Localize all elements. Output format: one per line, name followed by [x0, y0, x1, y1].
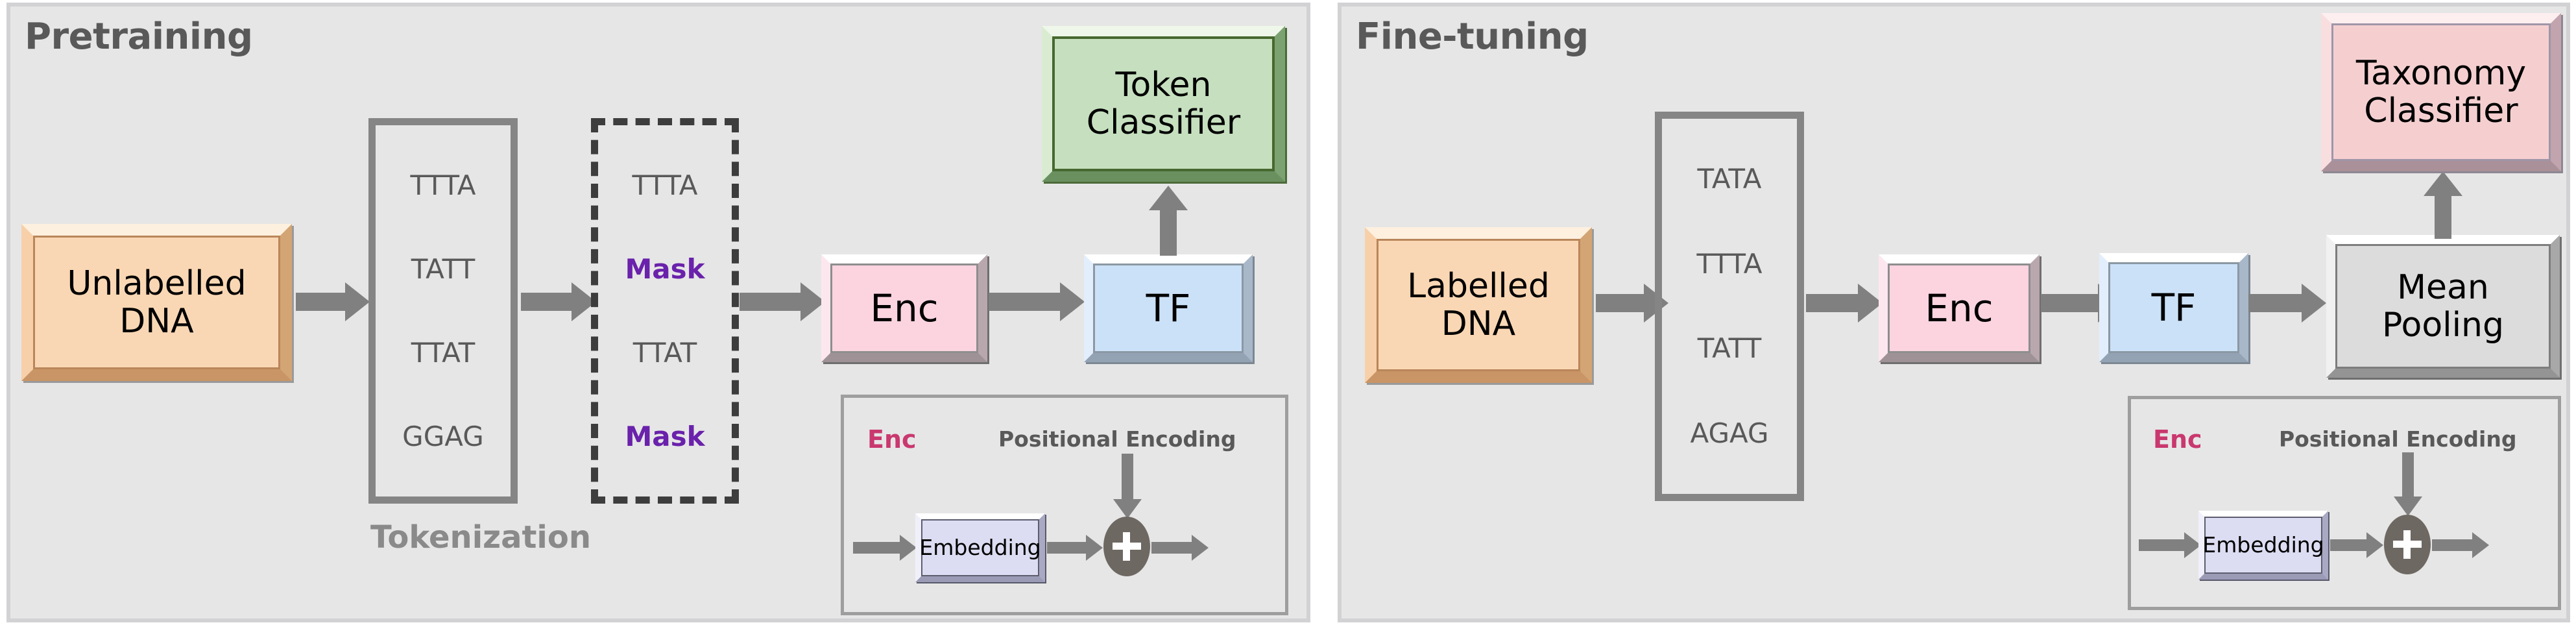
tokenization-box: TTTA TATT TTAT GGAG — [368, 118, 518, 504]
finetuning-title: Fine-tuning — [1356, 16, 1589, 58]
taxonomy-classifier-box[interactable]: Taxonomy Classifier — [2321, 13, 2561, 171]
unlabelled-dna-box[interactable]: Unlabelled DNA — [21, 224, 292, 381]
masked-token-item: Mask — [625, 252, 705, 285]
finetuning-panel: Fine-tuning Labelled DNA TATA TTTA TATT … — [1338, 3, 2570, 622]
taxonomy-classifier-label: Taxonomy Classifier — [2355, 53, 2527, 130]
pretrain-encoder-box[interactable]: Enc — [821, 254, 987, 362]
token-item: TATT — [1697, 332, 1762, 365]
pretrain-transformer-box[interactable]: TF — [1084, 254, 1253, 362]
finetune-tokenization-box: TATA TTTA TATT AGAG — [1655, 112, 1804, 501]
inset-enc-label: Enc — [2153, 425, 2202, 454]
masked-token-item: TTTA — [632, 169, 698, 201]
token-item: AGAG — [1690, 417, 1769, 449]
inset-add-node — [2384, 515, 2431, 574]
finetune-encoder-inset: Enc Positional Encoding Embedding — [2128, 396, 2561, 610]
tokenization-caption: Tokenization — [370, 519, 592, 556]
inset-positional-encoding-label: Positional Encoding — [2279, 426, 2517, 452]
masked-token-item: Mask — [625, 420, 705, 452]
finetune-transformer-label: TF — [2151, 285, 2197, 330]
token-item: TTTA — [410, 169, 476, 201]
token-item: TATT — [411, 252, 475, 285]
token-item: GGAG — [402, 420, 484, 452]
pretrain-encoder-inset: Enc Positional Encoding Embedding — [841, 395, 1288, 615]
token-item: TTTA — [1696, 247, 1763, 280]
mean-pooling-box[interactable]: Mean Pooling — [2326, 235, 2560, 378]
inset-enc-label: Enc — [867, 425, 917, 454]
pretraining-panel: Pretraining Unlabelled DNA TTTA TATT TTA… — [6, 3, 1310, 622]
unlabelled-dna-label: Unlabelled DNA — [67, 263, 247, 341]
token-classifier-box[interactable]: Token Classifier — [1042, 26, 1285, 182]
mean-pooling-label: Mean Pooling — [2382, 267, 2504, 345]
token-item: TATA — [1697, 163, 1762, 195]
inset-embedding-label: Embedding — [2202, 532, 2324, 558]
pretrain-encoder-label: Enc — [870, 286, 939, 330]
masked-token-item: TTAT — [632, 336, 697, 369]
finetune-encoder-box[interactable]: Enc — [1879, 254, 2040, 362]
masked-tokens-box: TTTA Mask TTAT Mask — [591, 118, 739, 504]
inset-embedding-box[interactable]: Embedding — [915, 513, 1045, 582]
inset-add-node — [1103, 517, 1150, 576]
labelled-dna-label: Labelled DNA — [1407, 266, 1550, 343]
inset-embedding-box[interactable]: Embedding — [2198, 511, 2328, 580]
token-item: TTAT — [411, 336, 475, 369]
inset-positional-encoding-label: Positional Encoding — [998, 426, 1236, 452]
finetune-encoder-label: Enc — [1925, 286, 1993, 330]
pretrain-transformer-label: TF — [1146, 286, 1191, 330]
inset-embedding-label: Embedding — [919, 534, 1041, 560]
pretraining-title: Pretraining — [25, 16, 253, 58]
token-classifier-label: Token Classifier — [1086, 65, 1241, 142]
finetune-transformer-box[interactable]: TF — [2099, 253, 2248, 362]
labelled-dna-box[interactable]: Labelled DNA — [1365, 227, 1592, 383]
diagram-canvas: Pretraining Unlabelled DNA TTTA TATT TTA… — [0, 0, 2576, 625]
